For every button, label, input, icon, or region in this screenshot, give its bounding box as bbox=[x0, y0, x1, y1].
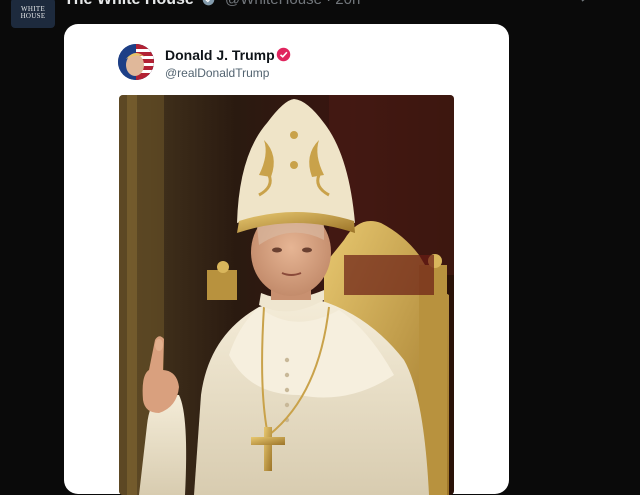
outer-display-name[interactable]: The White House bbox=[64, 0, 194, 9]
verified-badge-icon bbox=[202, 0, 215, 6]
trump-avatar[interactable] bbox=[118, 44, 154, 80]
embedded-handle[interactable]: @realDonaldTrump bbox=[165, 66, 269, 80]
white-house-avatar[interactable]: WHITE HOUSE bbox=[11, 0, 55, 28]
grok-icon[interactable] bbox=[579, 0, 595, 4]
avatar-line-2: HOUSE bbox=[20, 12, 46, 20]
embedded-display-name[interactable]: Donald J. Trump bbox=[165, 47, 275, 63]
post-image[interactable] bbox=[119, 95, 454, 495]
outer-handle[interactable]: @WhiteHouse · 20h bbox=[225, 0, 360, 8]
verified-badge-icon bbox=[276, 47, 291, 62]
quoted-post-card[interactable]: Donald J. Trump @realDonaldTrump bbox=[64, 24, 509, 495]
